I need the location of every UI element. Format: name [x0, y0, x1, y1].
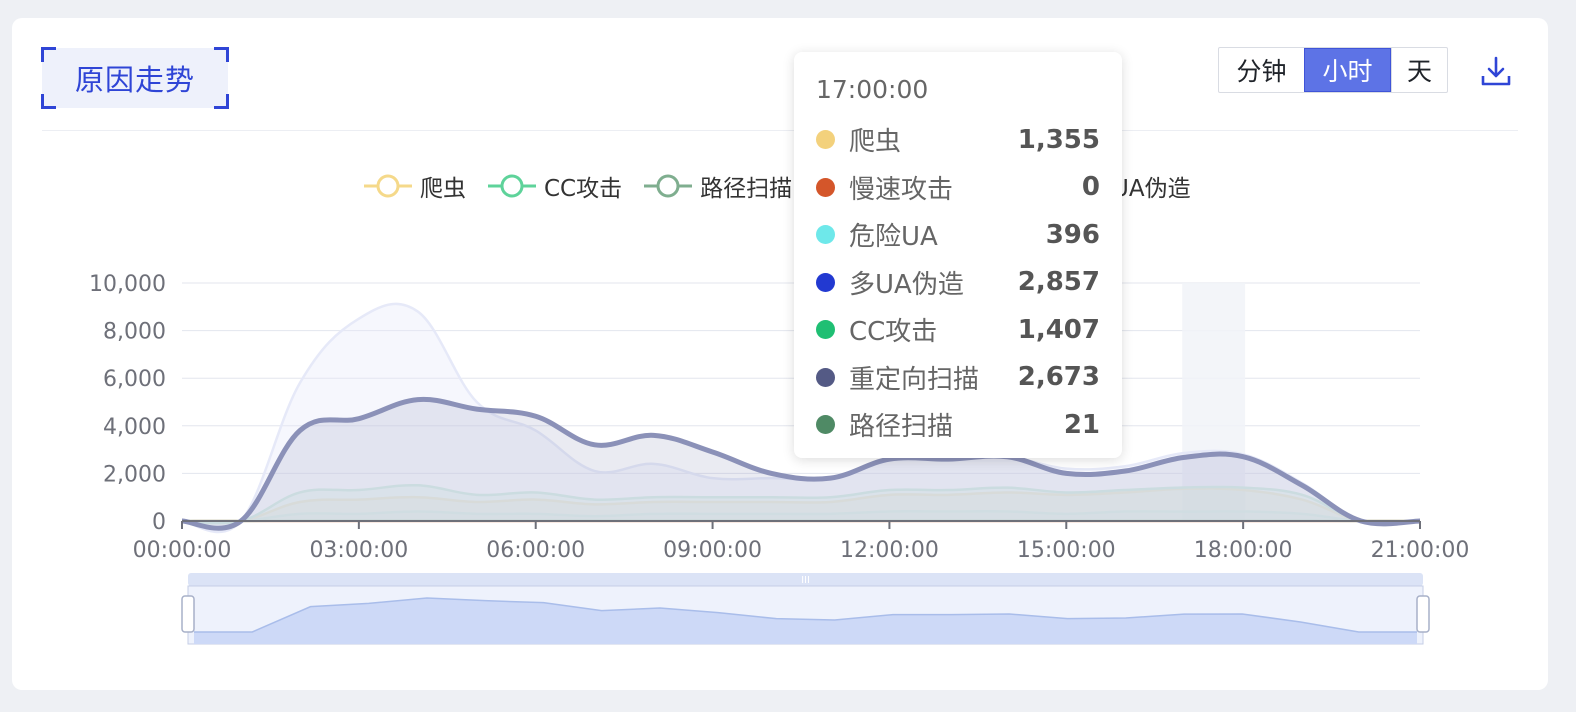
- y-tick-label: 8,000: [103, 320, 166, 345]
- tooltip-series-value: 2,673: [1017, 362, 1100, 393]
- tooltip-series-value: 21: [1063, 409, 1100, 440]
- zoom-handle: [181, 595, 195, 633]
- tooltip-dot: [816, 130, 835, 150]
- tooltip-row: CC攻击 1,407: [816, 306, 1100, 354]
- tooltip-series-value: 0: [1081, 172, 1100, 203]
- tooltip-series-value: 1,355: [1017, 124, 1100, 155]
- y-tick-label: 6,000: [103, 367, 166, 392]
- tooltip-series-name: 重定向扫描: [849, 364, 980, 395]
- zoom-grip-icon: III: [801, 575, 810, 586]
- tooltip-series-name: 慢速攻击: [849, 174, 954, 205]
- tooltip-series-name: 爬虫: [849, 127, 902, 158]
- tooltip-series-name: 路径扫描: [849, 412, 954, 443]
- tooltip-series-name: CC攻击: [849, 317, 938, 348]
- tooltip-row: 危险UA 396: [816, 211, 1100, 259]
- y-tick-label: 4,000: [103, 415, 166, 440]
- tooltip-row: 路径扫描 21: [816, 401, 1100, 449]
- x-tick-label: 15:00:00: [1017, 538, 1116, 563]
- tooltip-row: 多UA伪造 2,857: [816, 259, 1100, 307]
- tooltip-dot: [816, 367, 835, 387]
- y-tick-label: 0: [152, 510, 166, 535]
- zoom-handle: [1416, 595, 1430, 633]
- tooltip-time: 17:00:00: [816, 75, 929, 104]
- tooltip-series-name: 多UA伪造: [849, 269, 964, 300]
- tooltip-dot: [816, 320, 835, 340]
- tooltip-series-value: 2,857: [1017, 267, 1100, 298]
- tooltip-dot: [816, 225, 835, 245]
- x-tick-label: 12:00:00: [840, 538, 939, 563]
- tooltip-series-value: 396: [1045, 219, 1100, 250]
- x-tick-label: 00:00:00: [133, 538, 232, 563]
- tooltip-row: 慢速攻击 0: [816, 164, 1100, 212]
- tooltip-dot: [816, 415, 835, 435]
- tooltip-dot: [816, 177, 835, 197]
- x-tick-label: 06:00:00: [486, 538, 585, 563]
- chart-tooltip: 17:00:00 爬虫 1,355 慢速攻击 0 危险UA 396 多UA伪造 …: [794, 52, 1122, 458]
- tooltip-series-value: 1,407: [1017, 314, 1100, 345]
- tooltip-series-name: 危险UA: [849, 222, 938, 253]
- y-tick-label: 2,000: [103, 462, 166, 487]
- trend-chart: 0 2,000 4,000 6,000 8,000 10,000 00:00:00 03:00…: [89, 272, 1470, 645]
- tooltip-row: 爬虫 1,355: [816, 116, 1100, 164]
- x-tick-label: 21:00:00: [1371, 538, 1470, 563]
- tooltip-row: 重定向扫描 2,673: [816, 354, 1100, 402]
- tooltip-dot: [816, 272, 835, 292]
- x-tick-label: 18:00:00: [1194, 538, 1293, 563]
- y-tick-label: 10,000: [89, 272, 166, 297]
- x-tick-label: 09:00:00: [663, 538, 762, 563]
- x-tick-label: 03:00:00: [309, 538, 408, 563]
- trend-card: 原因走势 分钟 小时 天 爬虫 CC攻击 路径扫描 UA伪造 0 2,000 4,0…: [12, 18, 1548, 690]
